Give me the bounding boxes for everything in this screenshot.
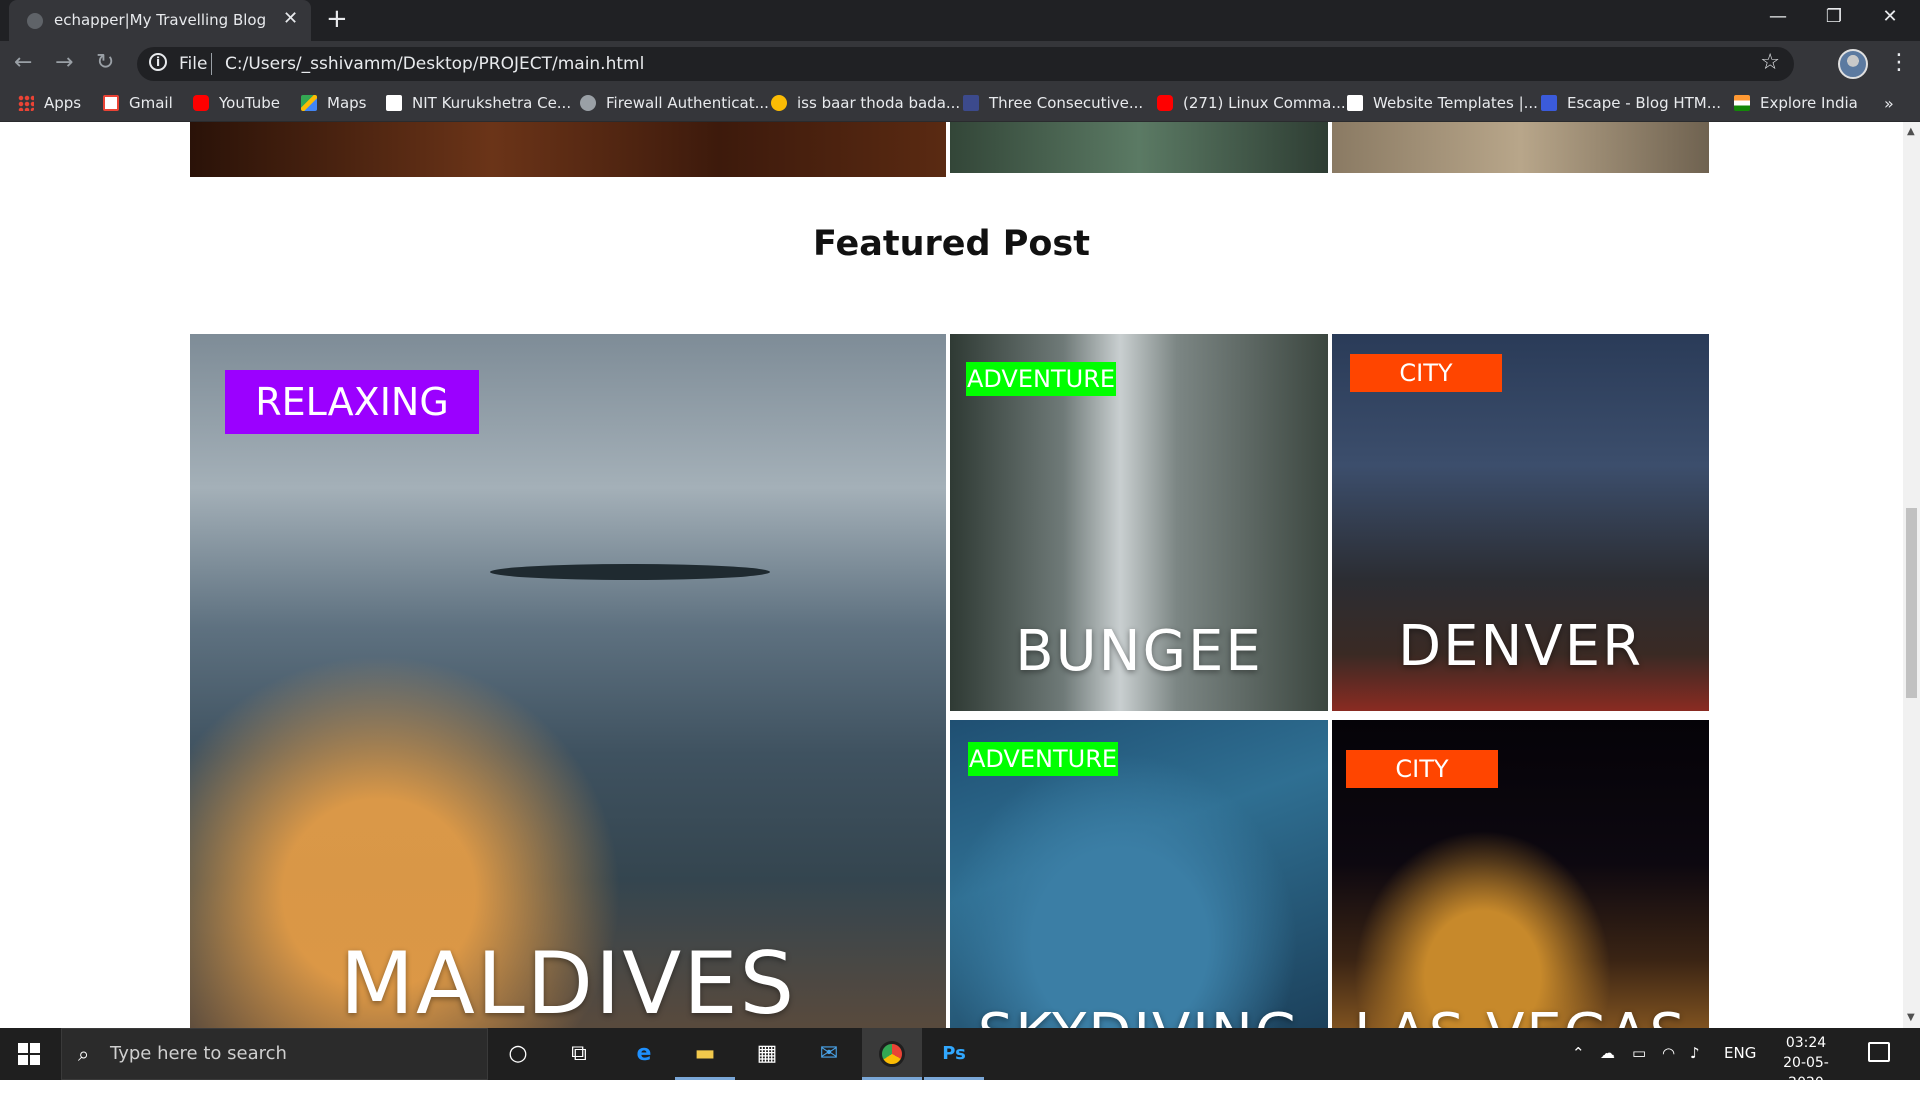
featured-card-skydiving[interactable]: ADVENTURE SKYDIVING (950, 720, 1328, 1028)
tab-favicon-icon (27, 13, 43, 29)
clock-time: 03:24 (1785, 1035, 1827, 1051)
back-arrow-icon[interactable]: ← (14, 50, 32, 75)
wifi-icon[interactable]: ◠ (1662, 1044, 1675, 1062)
bookmark-gmail[interactable]: Gmail (103, 94, 173, 116)
address-bar[interactable]: i File C:/Users/_sshivamm/Desktop/PROJEC… (137, 47, 1794, 81)
tab-title: echapper|My Travelling Blog (54, 11, 267, 29)
clock-date: 20-05-2020 (1783, 1055, 1829, 1091)
featured-card-maldives[interactable]: RELAXING MALDIVES (190, 334, 946, 1028)
youtube-icon (1157, 95, 1173, 111)
tray-chevron-icon[interactable]: ⌃ (1572, 1044, 1585, 1062)
battery-icon[interactable]: ▭ (1632, 1044, 1646, 1062)
india-flag-icon (1734, 95, 1750, 111)
island-silhouette (490, 564, 770, 580)
page-scrollbar[interactable]: ▲ ▼ (1903, 122, 1920, 1028)
kebab-menu-icon[interactable]: ⋮ (1888, 50, 1910, 75)
apps-grid-icon (18, 95, 34, 111)
taskbar-search-box[interactable]: ⌕ Type here to search (61, 1028, 488, 1080)
search-icon: ⌕ (78, 1042, 90, 1066)
forward-arrow-icon[interactable]: → (55, 50, 73, 75)
chrome-icon[interactable] (862, 1028, 922, 1080)
scroll-up-arrow-icon[interactable]: ▲ (1907, 126, 1915, 137)
taskbar-clock[interactable]: 03:24 20-05-2020 (1766, 1033, 1846, 1093)
featured-card-denver[interactable]: CITY DENVER (1332, 334, 1709, 711)
category-tag[interactable]: ADVENTURE (966, 362, 1116, 396)
youtube-icon (193, 95, 209, 111)
microsoft-store-icon[interactable]: ▦ (737, 1028, 797, 1080)
bookmark-firewall[interactable]: Firewall Authenticat... (580, 94, 769, 116)
tab-close-icon[interactable]: ✕ (283, 8, 298, 29)
bookmark-website-templates[interactable]: Website Templates |... (1347, 94, 1538, 116)
bookmark-linux-commands[interactable]: (271) Linux Comma... (1157, 94, 1346, 116)
featured-card-bungee[interactable]: ADVENTURE BUNGEE (950, 334, 1328, 711)
url-scheme: File (179, 54, 208, 74)
site-info-icon[interactable]: i (149, 53, 167, 71)
destination-title[interactable]: BUNGEE (950, 619, 1328, 684)
previous-section-image (950, 122, 1328, 173)
bookmark-maps[interactable]: Maps (301, 94, 366, 116)
previous-section-image (190, 122, 946, 177)
scroll-down-arrow-icon[interactable]: ▼ (1907, 1012, 1915, 1023)
windows-start-icon[interactable] (18, 1043, 40, 1065)
browser-tab[interactable]: echapper|My Travelling Blog ✕ (9, 0, 311, 41)
notification-center-icon[interactable] (1868, 1042, 1890, 1062)
featured-card-las-vegas[interactable]: CITY LAS VEGAS (1332, 720, 1709, 1028)
bookmark-explore-india[interactable]: Explore India (1734, 94, 1858, 116)
volume-icon[interactable]: ♪ (1690, 1044, 1700, 1062)
bookmark-apps[interactable]: Apps (18, 94, 81, 116)
bookmarks-bar: Apps Gmail YouTube Maps NIT Kurukshetra … (0, 88, 1920, 122)
destination-title[interactable]: SKYDIVING (950, 1002, 1328, 1028)
previous-section-image (1332, 122, 1709, 173)
cortana-icon[interactable]: ○ (488, 1028, 548, 1080)
bookmarks-overflow-icon[interactable]: » (1884, 94, 1894, 113)
w-icon (1541, 95, 1557, 111)
globe-icon (580, 95, 596, 111)
restore-icon[interactable]: ❐ (1814, 6, 1854, 27)
category-tag[interactable]: CITY (1350, 354, 1502, 392)
profile-avatar[interactable] (1838, 49, 1868, 79)
window-close-icon[interactable]: ✕ (1870, 6, 1910, 27)
destination-title[interactable]: MALDIVES (190, 934, 946, 1028)
destination-title[interactable]: DENVER (1332, 614, 1709, 679)
windows-taskbar: ⌕ Type here to search ○ ⧉ e ▬ ▦ ✉ Ps ⌃ ☁… (0, 1028, 1920, 1091)
section-title: Featured Post (813, 224, 1090, 264)
reload-icon[interactable]: ↻ (96, 50, 114, 75)
nit-icon (386, 95, 402, 111)
bookmark-youtube[interactable]: YouTube (193, 94, 280, 116)
page-viewport: Featured Post RELAXING MALDIVES ADVENTUR… (0, 122, 1903, 1028)
category-tag[interactable]: ADVENTURE (968, 742, 1118, 776)
scrollbar-thumb[interactable] (1906, 508, 1917, 698)
bookmark-escape-blog[interactable]: Escape - Blog HTM... (1541, 94, 1721, 116)
mail-icon[interactable]: ✉ (799, 1028, 859, 1080)
file-explorer-icon[interactable]: ▬ (675, 1028, 735, 1080)
wix-icon (1347, 95, 1363, 111)
language-indicator[interactable]: ENG (1724, 1044, 1756, 1062)
maps-icon (301, 95, 317, 111)
url-text[interactable]: C:/Users/_sshivamm/Desktop/PROJECT/main.… (225, 54, 644, 74)
smiley-icon (771, 95, 787, 111)
photoshop-icon[interactable]: Ps (924, 1028, 984, 1080)
onedrive-cloud-icon[interactable]: ☁ (1600, 1044, 1615, 1062)
browser-title-bar: echapper|My Travelling Blog ✕ + — ❐ ✕ (0, 0, 1920, 41)
bookmark-iss-baar[interactable]: iss baar thoda bada... (771, 94, 960, 116)
bookmark-nit[interactable]: NIT Kurukshetra Ce... (386, 94, 571, 116)
destination-title[interactable]: LAS VEGAS (1332, 1002, 1709, 1028)
bookmark-star-icon[interactable]: ☆ (1760, 50, 1780, 75)
dark-page-icon (963, 95, 979, 111)
category-tag[interactable]: RELAXING (225, 370, 479, 434)
browser-toolbar: ← → ↻ i File C:/Users/_sshivamm/Desktop/… (0, 41, 1920, 88)
category-tag[interactable]: CITY (1346, 750, 1498, 788)
minimize-icon[interactable]: — (1758, 6, 1798, 27)
task-view-icon[interactable]: ⧉ (549, 1028, 609, 1080)
bookmark-three-consecutive[interactable]: Three Consecutive... (963, 94, 1143, 116)
url-separator (211, 53, 212, 75)
new-tab-button[interactable]: + (326, 4, 348, 34)
edge-browser-icon[interactable]: e (614, 1028, 674, 1080)
taskbar-search-placeholder: Type here to search (110, 1043, 287, 1064)
gmail-icon (103, 95, 119, 111)
